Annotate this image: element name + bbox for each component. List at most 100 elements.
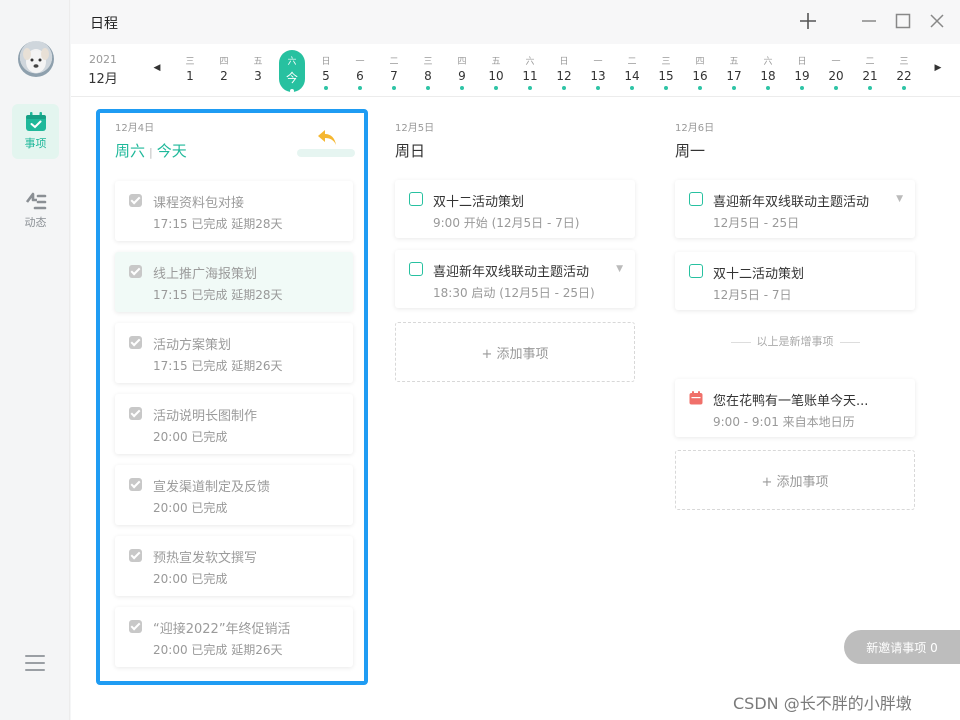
date-cell[interactable]: 一6 [347, 50, 373, 92]
task-card[interactable]: 活动说明长图制作 20:00 已完成 [115, 394, 353, 454]
column-date: 12月4日 [115, 123, 155, 134]
add-icon[interactable] [797, 10, 819, 32]
weekday-label: 六 [287, 57, 297, 67]
column-date: 12月5日 [395, 123, 435, 134]
checked-checkbox-icon[interactable] [129, 336, 142, 349]
prev-arrow-icon[interactable]: ◀ [151, 63, 163, 77]
checkbox[interactable] [689, 192, 703, 206]
task-subtitle: 18:30 启动 (12月5日 - 25日) [433, 286, 595, 300]
event-dot [664, 86, 668, 90]
task-card[interactable]: 喜迎新年双线联动主题活动 12月5日 - 25日 ▼ [675, 180, 915, 238]
checked-checkbox-icon[interactable] [129, 194, 142, 207]
date-cell[interactable]: 六 11 [517, 50, 543, 92]
checked-checkbox-icon[interactable] [129, 549, 142, 562]
weekday-label: 周六 [115, 142, 146, 160]
date-cell[interactable]: 二 14 [619, 50, 645, 92]
date-cell[interactable]: 三 15 [653, 50, 679, 92]
back-to-today-button[interactable] [297, 128, 355, 158]
date-cell[interactable]: 三 22 [891, 50, 917, 92]
checked-checkbox-icon[interactable] [129, 407, 142, 420]
chevron-down-icon[interactable]: ▼ [616, 264, 623, 274]
day-number: 11 [522, 69, 538, 83]
chevron-down-icon[interactable]: ▼ [896, 194, 903, 204]
next-arrow-icon[interactable]: ▶ [932, 63, 944, 77]
date-cell[interactable]: 六今 [279, 50, 305, 93]
checkbox[interactable] [689, 264, 703, 278]
date-cell[interactable]: 五 10 [483, 50, 509, 92]
calendar-check-icon [25, 112, 46, 131]
calendar-bill-card[interactable]: 您在花鸭有一笔账单今天... 9:00 - 9:01 来自本地日历 [675, 379, 915, 437]
date-cell[interactable]: 四 16 [687, 50, 713, 92]
date-cell[interactable]: 五3 [245, 50, 271, 92]
date-cell[interactable]: 二 21 [857, 50, 883, 92]
button-bar [297, 149, 355, 157]
column-date: 12月6日 [675, 123, 715, 134]
nav-item-activity[interactable]: 动态 [12, 183, 59, 238]
event-dot [324, 86, 328, 90]
task-card[interactable]: “迎接2022”年终促销活 20:00 已完成 延期26天 [115, 607, 353, 667]
task-title: 课程资料包对接 [153, 196, 245, 211]
date-cell[interactable]: 一 13 [585, 50, 611, 92]
weekday-label: 一 [831, 57, 841, 67]
task-subtitle: 9:00 开始 (12月5日 - 7日) [433, 216, 580, 230]
date-cell[interactable]: 四9 [449, 50, 475, 92]
event-dot [800, 86, 804, 90]
day-number: 16 [692, 69, 708, 83]
task-status: 20:00 已完成 [153, 501, 228, 515]
day-number: 2 [220, 69, 228, 83]
day-number: 19 [794, 69, 810, 83]
date-strip: 2021 12月 ◀ 三 1 四 2 五 3 六今日 5 一 6 二 7 三 8 四 9 五 10 六 11 日 12 一 1… [71, 44, 960, 97]
task-card[interactable]: 双十二活动策划 9:00 开始 (12月5日 - 7日) [395, 180, 635, 238]
date-cell[interactable]: 三8 [415, 50, 441, 92]
task-title: 活动说明长图制作 [153, 409, 258, 424]
weekday-label: 三 [661, 57, 671, 67]
date-cell[interactable]: 日5 [313, 50, 339, 92]
checked-checkbox-icon[interactable] [129, 620, 142, 633]
task-title: 活动方案策划 [153, 338, 232, 353]
maximize-icon[interactable] [892, 10, 914, 32]
task-title: 双十二活动策划 [433, 195, 525, 210]
checkbox[interactable] [409, 192, 423, 206]
weekday-label: 三 [185, 57, 195, 67]
day-number: 8 [424, 69, 432, 83]
day-number: 20 [828, 69, 844, 83]
task-card[interactable]: 喜迎新年双线联动主题活动 18:30 启动 (12月5日 - 25日) ▼ [395, 250, 635, 308]
task-title: 双十二活动策划 [713, 267, 805, 282]
main-area: 日程 2021 12月 ◀ 三 1 四 2 五 3 六今日 5 一 6 二 7 三 8 四 9 五 10 六 11 日 1… [71, 0, 960, 720]
card-title: 您在花鸭有一笔账单今天... [713, 394, 869, 409]
avatar[interactable] [18, 41, 54, 77]
task-card[interactable]: 活动方案策划 17:15 已完成 延期26天 [115, 323, 353, 383]
nav-item-tasks[interactable]: 事项 [12, 104, 59, 159]
task-title: 喜迎新年双线联动主题活动 [433, 265, 590, 280]
add-task-button[interactable]: + 添加事项 [675, 450, 915, 510]
task-title: 喜迎新年双线联动主题活动 [713, 195, 870, 210]
date-cell[interactable]: 五 17 [721, 50, 747, 92]
date-cell[interactable]: 三1 [177, 50, 203, 92]
checkbox[interactable] [409, 262, 423, 276]
weekday-label: 三 [423, 57, 433, 67]
task-card[interactable]: 线上推广海报策划 17:15 已完成 延期28天 [115, 252, 353, 312]
close-icon[interactable] [926, 10, 948, 32]
date-cell[interactable]: 日 12 [551, 50, 577, 92]
task-card[interactable]: 预热宣发软文撰写 20:00 已完成 [115, 536, 353, 596]
new-invite-button[interactable]: 新邀请事项 0 [844, 630, 960, 664]
date-cell[interactable]: 二7 [381, 50, 407, 92]
task-card[interactable]: 课程资料包对接 17:15 已完成 延期28天 [115, 181, 353, 241]
checked-checkbox-icon[interactable] [129, 265, 142, 278]
task-subtitle: 12月5日 - 7日 [713, 288, 792, 302]
task-card[interactable]: 双十二活动策划 12月5日 - 7日 [675, 252, 915, 310]
date-cell[interactable]: 日 19 [789, 50, 815, 92]
minimize-icon[interactable] [858, 10, 880, 32]
weekday-label: 五 [253, 57, 263, 67]
hamburger-menu-icon[interactable] [25, 655, 45, 673]
event-dot [528, 86, 532, 90]
date-cell[interactable]: 一 20 [823, 50, 849, 92]
date-cell[interactable]: 四2 [211, 50, 237, 92]
task-card[interactable]: 宣发渠道制定及反馈 20:00 已完成 [115, 465, 353, 525]
page-title: 日程 [90, 16, 118, 32]
checked-checkbox-icon[interactable] [129, 478, 142, 491]
date-cell[interactable]: 六 18 [755, 50, 781, 92]
add-task-button[interactable]: + 添加事项 [395, 322, 635, 382]
event-dot [494, 86, 498, 90]
return-arrow-icon [318, 130, 336, 145]
